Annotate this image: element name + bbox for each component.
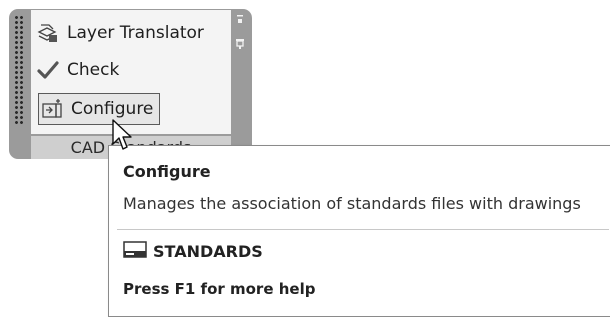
tooltip-title: Configure — [123, 162, 211, 181]
tooltip-command-name: STANDARDS — [153, 241, 263, 261]
layer-translator-label: Layer Translator — [67, 23, 204, 43]
panel-grip-handle[interactable] — [14, 15, 24, 125]
configure-icon — [42, 99, 62, 118]
configure-button[interactable]: Configure — [38, 93, 161, 125]
command-line-icon — [123, 241, 147, 258]
tooltip-divider — [117, 229, 609, 230]
command-tooltip: Configure Manages the association of sta… — [108, 145, 610, 317]
check-button[interactable]: Check — [37, 55, 119, 85]
configure-label: Configure — [71, 99, 154, 119]
checkmark-icon — [37, 61, 59, 79]
check-label: Check — [67, 60, 120, 80]
layer-translator-button[interactable]: Layer Translator — [37, 18, 204, 48]
pin-icon[interactable] — [235, 15, 245, 49]
mouse-pointer-icon — [112, 119, 132, 150]
tooltip-description: Manages the association of standards fil… — [123, 194, 581, 213]
layer-translator-icon — [37, 24, 57, 42]
tooltip-help-text: Press F1 for more help — [123, 280, 316, 298]
tooltip-command: STANDARDS — [123, 241, 263, 261]
